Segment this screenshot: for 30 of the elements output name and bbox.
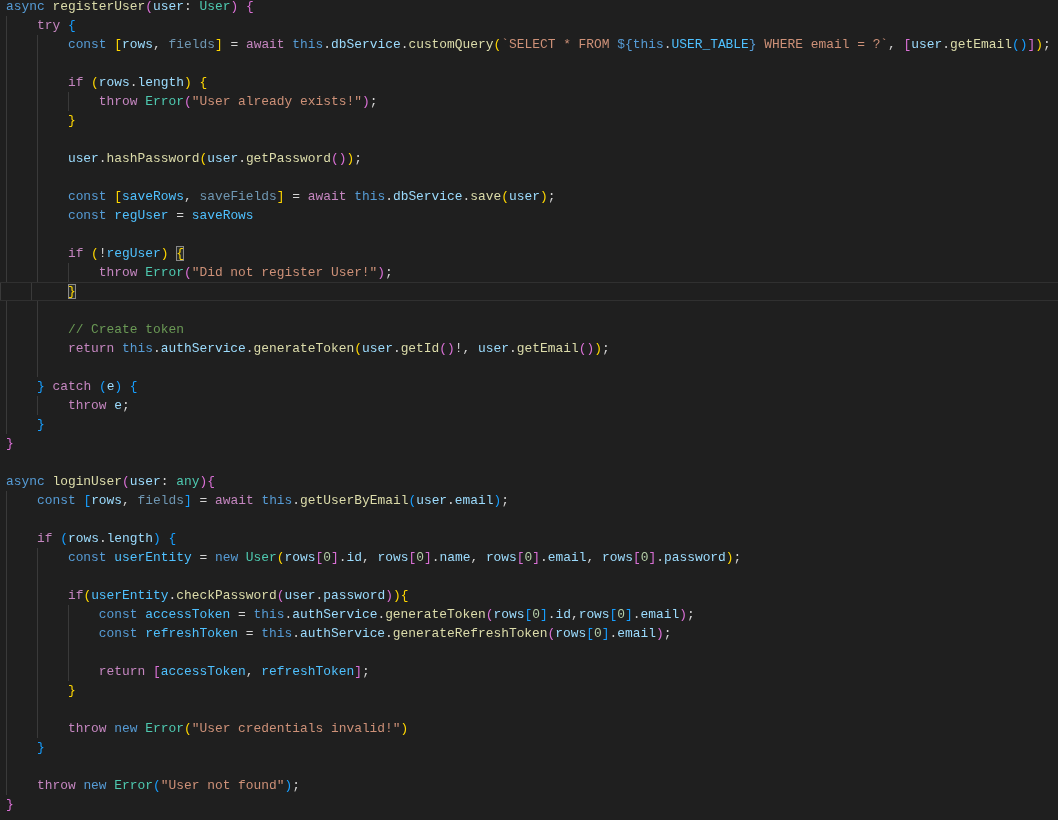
code-line: throw new Error("User credentials invalid!")	[66, 721, 409, 736]
code-line: const [saveRows, saveFields] = await this.dbService.save(user);	[66, 189, 556, 204]
code-line: }	[66, 113, 76, 128]
code-line: throw Error("Did not register User!");	[97, 265, 393, 280]
code-line: if (!regUser) {	[66, 246, 184, 261]
code-line: const [rows, fields] = await this.getUserByEmail(user.email);	[35, 493, 510, 508]
code-line: const regUser = saveRows	[66, 208, 254, 223]
code-line: }	[6, 436, 14, 451]
code-line: const accessToken = this.authService.generateToken(rows[0].id,rows[0].email);	[97, 607, 695, 622]
code-line: throw new Error("User not found");	[35, 778, 301, 793]
code-line: } catch (e) {	[35, 379, 138, 394]
code-line: user.hashPassword(user.getPassword());	[66, 151, 362, 166]
code-line: throw e;	[66, 398, 130, 413]
code-line: const [rows, fields] = await this.dbService.customQuery(`SELECT * FROM ${this.USER_TABLE} WHERE email = ?`, [user.getEmail()]);	[66, 37, 1051, 52]
code-line: async registerUser(user: User) {	[6, 0, 254, 14]
code-line: if (rows.length) {	[35, 531, 177, 546]
code-line: // Create token	[66, 322, 184, 337]
code-line: return [accessToken, refreshToken];	[97, 664, 370, 679]
code-line: const refreshToken = this.authService.generateRefreshToken(rows[0].email);	[97, 626, 672, 641]
code-line: if(userEntity.checkPassword(user.password)){	[66, 588, 409, 603]
code-line: try {	[35, 18, 76, 33]
code-line: }	[6, 797, 14, 812]
code-line: return this.authService.generateToken(user.getId()!, user.getEmail());	[66, 341, 610, 356]
code-line: async loginUser(user: any){	[6, 474, 215, 489]
code-line: }	[66, 683, 76, 698]
code-line: }	[35, 417, 45, 432]
code-line: if (rows.length) {	[66, 75, 208, 90]
code-line: throw Error("User already exists!");	[97, 94, 378, 109]
code-line: const userEntity = new User(rows[0].id, rows[0].name, rows[0].email, rows[0].password);	[66, 550, 742, 565]
code-line: }	[35, 740, 45, 755]
